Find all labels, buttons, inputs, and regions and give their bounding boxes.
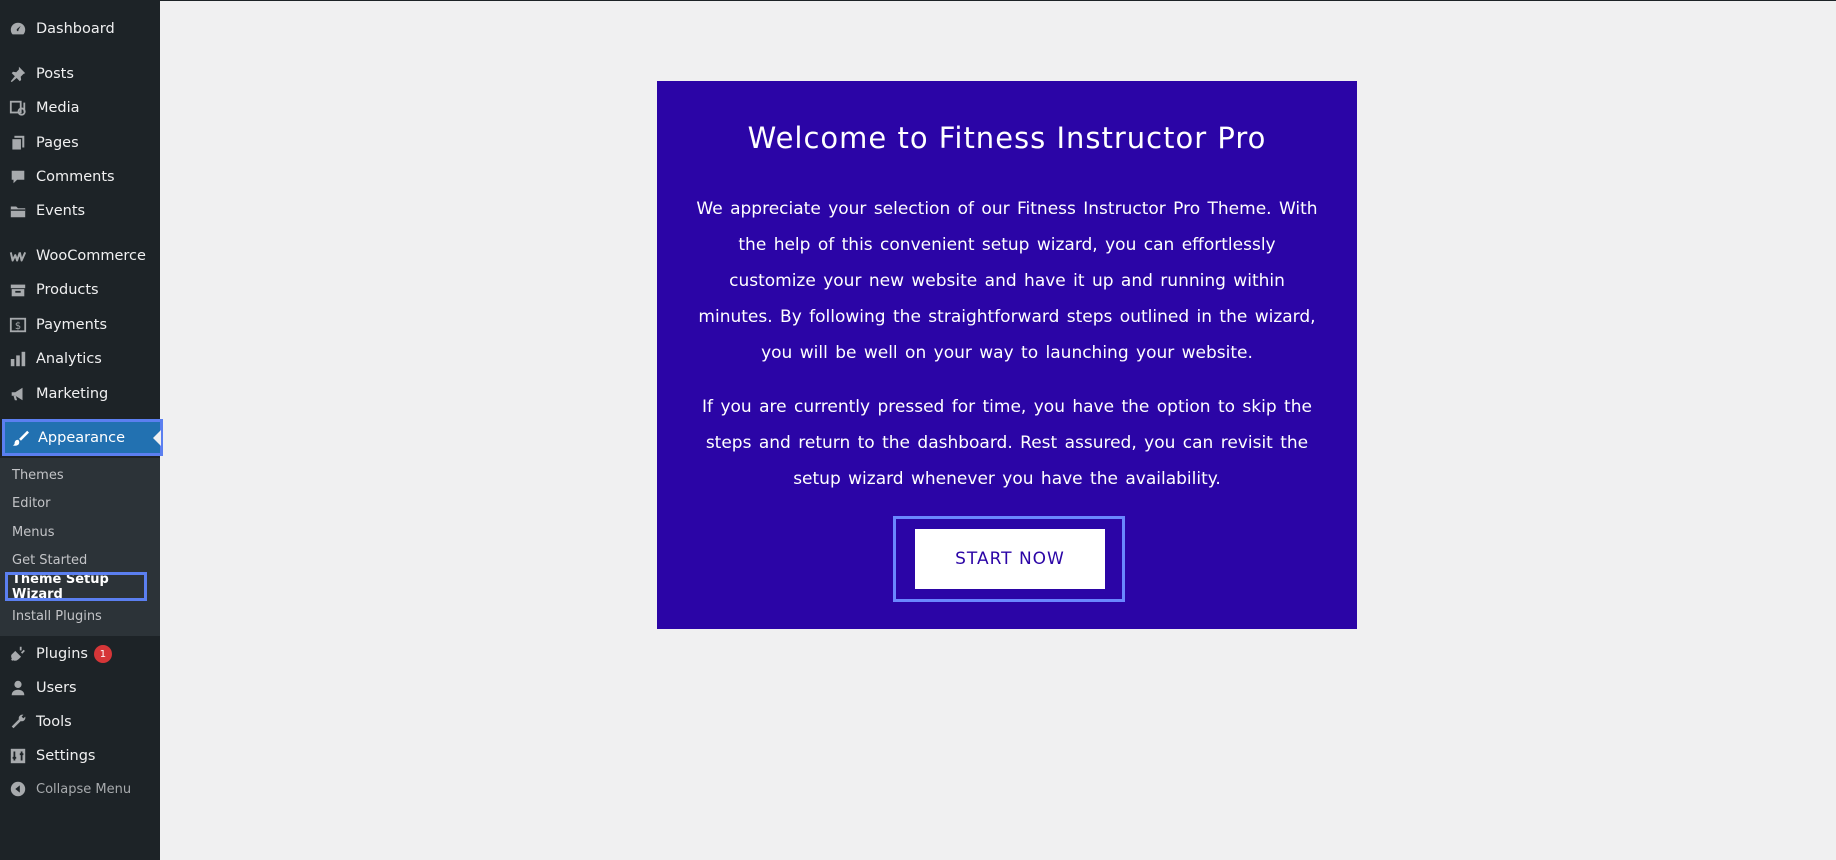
sidebar-item-label: Appearance (38, 429, 126, 446)
setup-wizard-card: Welcome to Fitness Instructor Pro We app… (657, 81, 1357, 629)
media-icon (8, 98, 28, 118)
wrench-icon (8, 712, 28, 732)
archive-icon (8, 280, 28, 300)
pages-icon (8, 133, 28, 153)
paintbrush-icon (10, 428, 30, 448)
sidebar-item-products[interactable]: Products (0, 273, 160, 307)
submenu-item-get-started[interactable]: Get Started (0, 547, 160, 573)
sidebar-item-label: Analytics (36, 351, 102, 367)
sidebar-item-analytics[interactable]: Analytics (0, 342, 160, 376)
svg-text:$: $ (15, 321, 21, 332)
sidebar-item-label: Products (36, 282, 99, 298)
sidebar-item-label: Users (36, 680, 77, 696)
collapse-menu-label: Collapse Menu (36, 781, 132, 797)
sidebar-item-appearance[interactable]: Appearance (2, 419, 163, 456)
sidebar-item-label: Media (36, 100, 80, 116)
submenu-item-label: Theme Setup Wizard (12, 571, 109, 602)
woocommerce-icon (8, 246, 28, 266)
sidebar-item-label: Dashboard (36, 21, 115, 37)
start-button-focus-frame: START NOW (893, 516, 1125, 602)
sidebar-item-label: Settings (36, 748, 96, 764)
bar-chart-icon (8, 349, 28, 369)
plug-icon (8, 644, 28, 664)
sidebar-item-media[interactable]: Media (0, 91, 160, 125)
settings-icon (8, 746, 28, 766)
sidebar-item-label: Comments (36, 169, 115, 185)
sidebar-item-marketing[interactable]: Marketing (0, 377, 160, 411)
top-border (0, 0, 1836, 1)
sidebar-item-pages[interactable]: Pages (0, 126, 160, 160)
sidebar-item-settings[interactable]: Settings (0, 739, 160, 773)
sidebar-item-label: Pages (36, 135, 79, 151)
dashboard-icon (8, 19, 28, 39)
submenu-item-editor[interactable]: Editor (0, 490, 160, 516)
collapse-menu-button[interactable]: Collapse Menu (0, 772, 160, 806)
sidebar-item-label: WooCommerce (36, 248, 146, 264)
wizard-title: Welcome to Fitness Instructor Pro (747, 121, 1267, 155)
sidebar-item-events[interactable]: Events (0, 194, 160, 228)
sidebar-item-label: Posts (36, 66, 74, 82)
sidebar-item-label: Events (36, 203, 86, 219)
sidebar-item-comments[interactable]: Comments (0, 160, 160, 194)
sidebar-item-tools[interactable]: Tools (0, 705, 160, 739)
user-icon (8, 678, 28, 698)
sidebar-item-label: Marketing (36, 386, 109, 402)
submenu-item-label: Menus (12, 524, 55, 540)
sidebar-item-label: Tools (36, 714, 72, 730)
payment-icon: $ (8, 315, 28, 335)
sidebar-item-plugins[interactable]: Plugins 1 (0, 637, 160, 671)
sidebar-item-label: Payments (36, 317, 108, 333)
submenu-item-theme-setup-wizard[interactable]: Theme Setup Wizard (5, 571, 147, 602)
admin-sidebar: Dashboard Posts Media Pages Comments Eve… (0, 0, 163, 860)
submenu-item-label: Install Plugins (12, 608, 102, 624)
collapse-arrow-icon (8, 779, 28, 799)
submenu-item-label: Themes (12, 467, 64, 483)
submenu-item-label: Get Started (12, 552, 88, 568)
start-now-button[interactable]: START NOW (915, 529, 1105, 589)
comment-icon (8, 167, 28, 187)
submenu-item-menus[interactable]: Menus (0, 519, 160, 545)
sidebar-item-woocommerce[interactable]: WooCommerce (0, 239, 160, 273)
wizard-skip-paragraph: If you are currently pressed for time, y… (702, 397, 1312, 489)
sidebar-item-users[interactable]: Users (0, 671, 160, 705)
update-count-badge: 1 (93, 645, 112, 663)
pin-icon (8, 64, 28, 84)
active-indicator (153, 429, 161, 446)
wizard-intro-paragraph: We appreciate your selection of our Fitn… (696, 199, 1318, 363)
submenu-item-themes[interactable]: Themes (0, 462, 160, 488)
appearance-submenu: Themes Editor Menus Get Started Theme Se… (0, 458, 160, 636)
submenu-item-label: Editor (12, 495, 51, 511)
sidebar-item-payments[interactable]: $ Payments (0, 308, 160, 342)
sidebar-item-label: Plugins (36, 646, 88, 662)
sidebar-item-posts[interactable]: Posts (0, 57, 160, 91)
submenu-item-install-plugins[interactable]: Install Plugins (0, 603, 160, 629)
sidebar-item-dashboard[interactable]: Dashboard (0, 12, 160, 46)
megaphone-icon (8, 384, 28, 404)
folder-icon (8, 201, 28, 221)
